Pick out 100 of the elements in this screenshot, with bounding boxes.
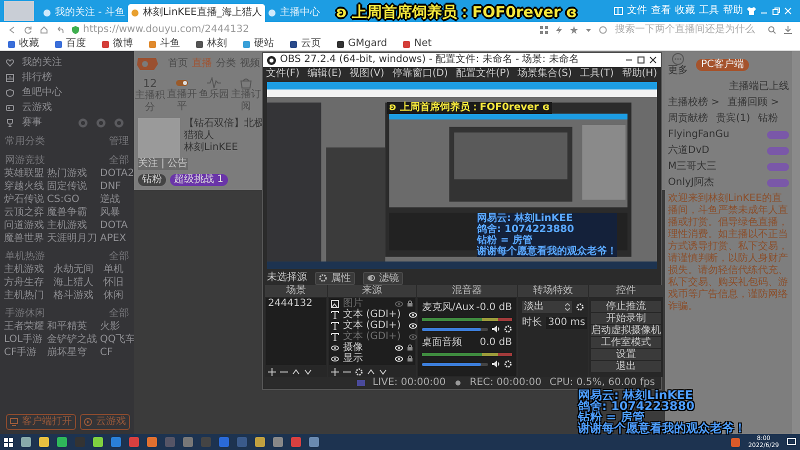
category-link[interactable]: 天涯明月刀 (47, 233, 97, 245)
category-link[interactable]: 单机 (103, 264, 130, 276)
category-link[interactable]: DNF (100, 181, 134, 193)
action-center-icon[interactable] (787, 438, 796, 446)
menu-item[interactable]: 帮助 (723, 5, 743, 17)
panel-tab[interactable]: 贵宾(1) (716, 113, 750, 125)
search-field[interactable]: 搜索一下两个直播间还是为什么 (615, 24, 760, 36)
search-icon[interactable] (768, 26, 776, 34)
control-button[interactable]: 设置 (591, 349, 661, 360)
home-icon[interactable] (40, 26, 48, 34)
caret-icon[interactable] (586, 28, 591, 32)
gear-icon[interactable] (504, 325, 512, 333)
bookmark-link[interactable]: Net (403, 38, 432, 50)
category-link[interactable]: 炉石传说 (4, 194, 44, 206)
category-link[interactable]: 格斗游戏 (54, 290, 100, 302)
category-link[interactable]: CS:GO (47, 194, 97, 206)
browser-tab[interactable]: 林刻LinKEE直播_海上猎人 (128, 4, 265, 22)
category-link[interactable]: 主机游戏 (4, 264, 51, 276)
category-link[interactable]: 云顶之弈 (4, 207, 44, 219)
panel-link[interactable]: 直播回顾 > (728, 97, 780, 109)
more-link[interactable]: 全部 (109, 155, 129, 168)
more-link[interactable]: 管理 (109, 136, 129, 149)
category-link[interactable]: 主机热门 (4, 290, 51, 302)
category-link[interactable]: 逆战 (100, 194, 134, 206)
menu-item[interactable]: 视图(V) (350, 68, 384, 80)
category-link[interactable]: 怀旧 (103, 277, 130, 289)
category-link[interactable]: 魔兽争霸 (47, 207, 97, 219)
bookmark-link[interactable]: 斗鱼 (149, 38, 180, 50)
category-link[interactable]: 方舟生存 (4, 277, 51, 289)
bookmark-link[interactable]: 微博 (102, 38, 133, 50)
more-label[interactable]: 更多 (668, 65, 688, 77)
lock-icon[interactable] (407, 344, 413, 351)
sidebar-button[interactable]: 客户端打开 (6, 414, 76, 430)
source-item[interactable]: 摄像 (329, 342, 415, 353)
menu-item[interactable]: 查看 (651, 5, 671, 17)
star-icon[interactable] (570, 26, 578, 34)
speaker-icon[interactable] (492, 360, 500, 368)
bookmark-link[interactable]: 云页 (290, 38, 321, 50)
grid-icon[interactable] (540, 26, 548, 34)
menu-item[interactable]: 工具 (699, 5, 719, 17)
menu-item[interactable]: 工具(T) (580, 68, 614, 80)
add-icon[interactable] (268, 368, 276, 376)
control-button[interactable]: 开始录制 (591, 313, 661, 324)
category-link[interactable]: 火影 (100, 321, 136, 333)
panel-tab[interactable]: 周贡献榜 (668, 113, 708, 125)
menu-item[interactable]: 编辑(E) (308, 68, 342, 80)
lock-icon[interactable] (407, 300, 413, 307)
menu-item[interactable]: 停靠窗口(D) (392, 68, 448, 80)
menu-item[interactable]: 帮助(H) (622, 68, 658, 80)
speaker-icon[interactable] (492, 325, 500, 333)
duration-field[interactable]: 300 ms (546, 317, 588, 329)
more-link[interactable]: 全部 (109, 308, 129, 321)
source-item[interactable]: 显示 (329, 353, 415, 364)
browser-tab[interactable]: 主播中心 (264, 4, 323, 22)
source-item[interactable]: 图片 (329, 298, 415, 309)
menu-item[interactable]: 配置文件(P) (456, 68, 510, 80)
sidebar-item[interactable]: 我的关注 (2, 55, 132, 70)
shop-icon[interactable] (239, 77, 253, 89)
gear-icon[interactable] (355, 368, 363, 376)
control-button[interactable]: 停止推流 (591, 301, 661, 312)
wave-icon[interactable] (207, 77, 221, 89)
more-link[interactable]: 全部 (109, 251, 129, 264)
sidebar-item[interactable]: 赛事 (2, 115, 132, 130)
toggle-icon[interactable] (175, 77, 189, 89)
category-link[interactable]: 热门游戏 (47, 168, 97, 180)
address-bar[interactable]: https://www.douyu.com/2444132 (72, 24, 250, 36)
bookmark-link[interactable]: 硬站 (243, 38, 274, 50)
gear-icon[interactable] (576, 303, 584, 311)
category-link[interactable]: 主机游戏 (47, 220, 97, 232)
lightning-icon[interactable] (556, 26, 562, 34)
maximize-icon[interactable] (637, 56, 645, 64)
close-icon[interactable] (649, 56, 657, 64)
browser-tab[interactable]: 我的关注 - 斗鱼 (40, 4, 128, 22)
bookmark-link[interactable]: GMgard (337, 38, 388, 50)
category-link[interactable]: 王者荣耀 (4, 321, 44, 333)
control-button[interactable]: 工作室模式 (591, 337, 661, 348)
toolbar-button[interactable]: 滤镜 (363, 272, 403, 284)
download-icon[interactable] (784, 26, 792, 34)
category-link[interactable]: 穿越火线 (4, 181, 44, 193)
category-link[interactable]: CF手游 (4, 347, 44, 359)
down-icon[interactable] (379, 368, 387, 376)
client-button[interactable]: PC客户端 (696, 59, 750, 71)
sidebar-toggle-icon[interactable] (614, 7, 623, 15)
category-link[interactable]: 固定传说 (47, 181, 97, 193)
avatar-caption[interactable]: 关注 | 公告 (138, 158, 188, 170)
up-icon[interactable] (367, 368, 375, 376)
sidebar-item[interactable]: 云游戏 (2, 100, 132, 115)
back-icon[interactable] (8, 26, 16, 34)
category-link[interactable]: LOL手游 (4, 334, 44, 346)
category-link[interactable]: APEX (100, 233, 134, 245)
category-link[interactable]: 金铲铲之战 (47, 334, 97, 346)
menu-item[interactable]: 文件(F) (266, 68, 300, 80)
category-link[interactable]: 问道游戏 (4, 220, 44, 232)
scene-item[interactable]: 2444132 (266, 298, 326, 309)
category-link[interactable]: 永劫无间 (54, 264, 100, 276)
category-link[interactable]: 崩坏星穹 (47, 347, 97, 359)
notification-icon[interactable] (731, 438, 740, 446)
category-link[interactable]: 英雄联盟 (4, 168, 44, 180)
shirt-icon[interactable] (747, 7, 756, 15)
restore-icon[interactable] (772, 7, 780, 15)
